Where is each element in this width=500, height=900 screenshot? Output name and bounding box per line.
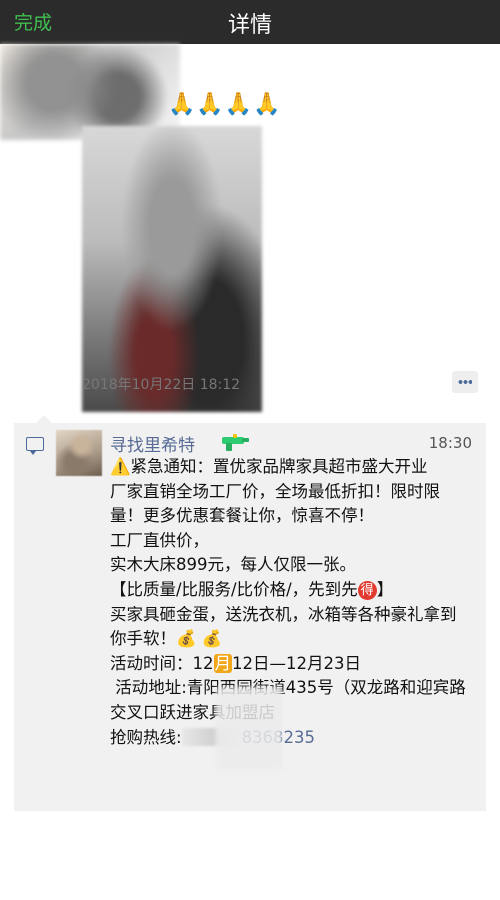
comment-line: 抢购热线:	[110, 727, 182, 747]
de-badge-icon: 得	[357, 580, 377, 600]
post-timestamp: 2018年10月22日 18:12	[82, 377, 241, 393]
redacted-address	[216, 687, 282, 769]
moments-post: 🙏🙏🙏🙏 2018年10月22日 18:12	[0, 44, 500, 424]
comment-line: 12日—12月23日	[232, 653, 361, 673]
comment-line: 买家具砸金蛋，送洗衣机，冰箱等各种豪礼拿到你手软！	[110, 604, 457, 649]
warning-icon: ⚠️	[110, 457, 131, 476]
comment-time: 18:30	[428, 434, 472, 452]
comment-line: 】	[376, 579, 394, 599]
comment-text: ⚠️紧急通知：置优家品牌家具超市盛大开业 厂家直销全场工厂价，全场最低折扣！限时…	[110, 455, 470, 750]
navigation-bar: 完成 详情	[0, 0, 500, 44]
page-title: 详情	[227, 13, 272, 38]
comment-title: 紧急通知：置优家品牌家具超市盛大开业	[130, 457, 428, 476]
comment-line: 实木大床899元，每人仅限一张。	[110, 555, 356, 575]
comment-line: 厂家直销全场工厂价，全场最低折扣！限时限量！更多优惠套餐让你，惊喜不停！	[110, 481, 440, 526]
comment-line: 活动时间：12	[110, 653, 214, 673]
water-gun-icon	[222, 434, 249, 451]
comment-line: 【比质量/比服务/比价格/，先到先	[110, 579, 358, 599]
money-bag-icon: 💰 💰	[176, 629, 223, 649]
comment-more-button[interactable]	[452, 371, 478, 393]
comment-author[interactable]: 寻找里希特	[110, 431, 195, 456]
month-chip: 月	[213, 653, 232, 673]
dots-icon	[458, 380, 472, 384]
comment-line: 工厂直供价，	[110, 530, 209, 550]
post-reaction-emojis: 🙏🙏🙏🙏	[168, 92, 282, 117]
avatar[interactable]	[56, 430, 102, 476]
comment-bubble-icon	[26, 437, 44, 455]
comment-line: 活动地址:青阳西园街道435号（双龙路和迎宾路交叉口跃进家具加盟店	[110, 678, 466, 722]
post-photo[interactable]	[82, 126, 262, 412]
